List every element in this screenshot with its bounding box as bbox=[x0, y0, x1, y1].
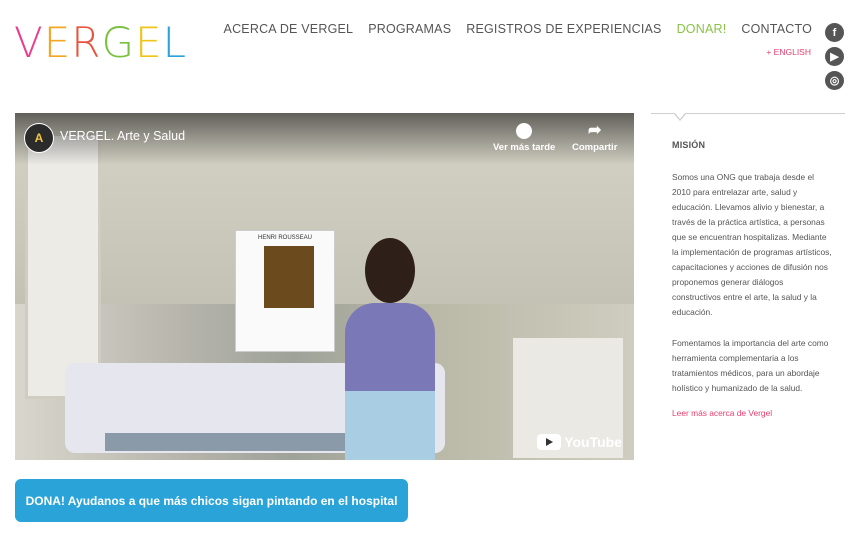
site-logo[interactable]: VERGEL bbox=[14, 22, 187, 64]
mission-paragraph-1: Somos una ONG que trabaja desde el 2010 … bbox=[672, 172, 832, 317]
nav-donar[interactable]: DONAR! bbox=[677, 22, 727, 36]
nav-contacto[interactable]: CONTACTO bbox=[741, 22, 812, 36]
read-more-link[interactable]: Leer más acerca de Vergel bbox=[672, 408, 845, 418]
english-language-link[interactable]: + ENGLISH bbox=[766, 47, 811, 57]
share-button[interactable]: ➦ Compartir bbox=[572, 122, 618, 154]
nav-programas[interactable]: PROGRAMAS bbox=[368, 22, 451, 36]
watch-later-button[interactable]: Ver más tarde bbox=[493, 123, 555, 153]
sidebar-divider bbox=[651, 112, 845, 121]
mission-heading: MISIÓN bbox=[672, 140, 706, 150]
logo-letter: G bbox=[101, 18, 136, 67]
youtube-icon[interactable]: ▶ bbox=[825, 47, 844, 66]
youtube-video-embed[interactable]: HENRI ROUSSEAU A VERGEL. Arte y Salud Ve… bbox=[15, 113, 634, 460]
video-art-book: HENRI ROUSSEAU bbox=[235, 230, 335, 352]
nav-acerca[interactable]: ACERCA DE VERGEL bbox=[224, 22, 354, 36]
book-title: HENRI ROUSSEAU bbox=[257, 235, 312, 241]
mission-paragraph-2: Fomentamos la importancia del arte como … bbox=[672, 338, 829, 393]
youtube-label: YouTube bbox=[564, 434, 622, 450]
video-girl-dress bbox=[345, 303, 435, 460]
facebook-icon[interactable]: f bbox=[825, 23, 844, 42]
share-label: Compartir bbox=[572, 142, 618, 153]
channel-avatar[interactable]: A bbox=[24, 123, 54, 153]
logo-letter: L bbox=[162, 18, 187, 67]
donate-button[interactable]: DONA! Ayudanos a que más chicos sigan pi… bbox=[15, 479, 408, 522]
logo-letter: V bbox=[14, 18, 44, 67]
mission-sidebar: MISIÓN Somos una ONG que trabaja desde e… bbox=[651, 112, 845, 418]
logo-letter: R bbox=[71, 18, 102, 67]
youtube-logo[interactable]: YouTube bbox=[537, 434, 622, 450]
nav-registros[interactable]: REGISTROS DE EXPERIENCIAS bbox=[466, 22, 661, 36]
video-girl-head bbox=[365, 238, 415, 303]
youtube-play-icon bbox=[537, 434, 562, 450]
book-painting bbox=[264, 246, 314, 308]
divider-notch bbox=[673, 112, 687, 121]
social-links: f ▶ ◎ bbox=[825, 23, 844, 90]
video-title[interactable]: VERGEL. Arte y Salud bbox=[60, 129, 185, 143]
video-window bbox=[25, 133, 101, 399]
logo-letter: E bbox=[135, 18, 163, 67]
share-icon: ➦ bbox=[588, 122, 602, 139]
main-nav: ACERCA DE VERGEL PROGRAMAS REGISTROS DE … bbox=[224, 22, 812, 36]
clock-icon bbox=[516, 123, 533, 139]
logo-letter: E bbox=[43, 18, 72, 67]
watch-later-label: Ver más tarde bbox=[493, 142, 556, 153]
instagram-icon[interactable]: ◎ bbox=[825, 71, 844, 90]
